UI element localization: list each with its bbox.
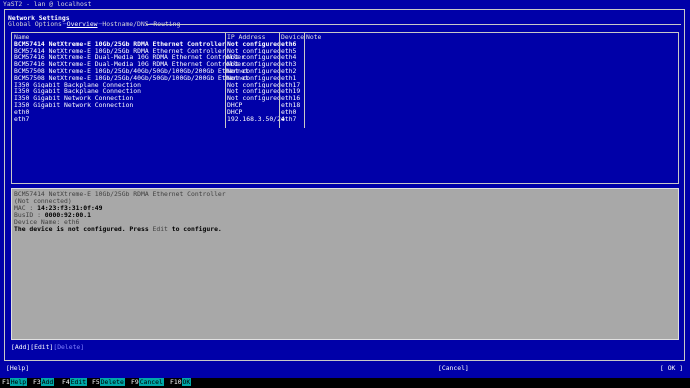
table-cell[interactable]: eth18 — [281, 102, 304, 109]
table-cell[interactable]: BCM57508 NetXtreme-E 10Gb/25Gb/40Gb/50Gb… — [14, 75, 249, 82]
window-title: YaST2 - lan @ localhost — [3, 0, 92, 8]
header-note[interactable]: Note — [306, 34, 321, 41]
table-cell[interactable]: eth16 — [281, 95, 304, 102]
function-key-bar: F1Help F3Add F4Edit F5Delete F9Cancel F1… — [0, 378, 690, 388]
table-cell[interactable]: eth3 — [281, 61, 304, 68]
table-cell[interactable]: BCM57416 NetXtreme-E Dual-Media 10G RDMA… — [14, 61, 249, 68]
table-cell[interactable]: Not configured — [227, 82, 285, 89]
table-cell[interactable]: BCM57508 NetXtreme-E 10Gb/25Gb/40Gb/50Gb… — [14, 68, 249, 75]
fkey-help[interactable]: F1Help — [2, 378, 28, 386]
column-note: Note — [306, 34, 321, 41]
fkey-edit[interactable]: F4Edit — [62, 378, 88, 386]
table-cell[interactable]: Not configured — [227, 75, 285, 82]
detail-message: The device is not configured. Press Edit… — [14, 225, 222, 233]
table-cell[interactable]: Not configured — [227, 54, 285, 61]
table-cell[interactable]: Not configured — [227, 61, 285, 68]
table-cell[interactable]: eth0 — [281, 109, 304, 116]
table-cell[interactable]: eth7 — [14, 116, 249, 123]
tab-divider — [146, 24, 681, 25]
table-cell[interactable]: I350 Gigabit Backplane Connection — [14, 88, 249, 95]
help-button[interactable]: [Help] — [6, 365, 29, 372]
ok-button[interactable]: [ OK ] — [660, 365, 683, 372]
table-cell[interactable]: eth6 — [281, 41, 304, 48]
table-cell[interactable]: 192.168.3.50/24 — [227, 116, 285, 123]
fkey-add[interactable]: F3Add — [33, 378, 55, 386]
column-divider — [225, 33, 226, 128]
cancel-button[interactable]: [Cancel] — [438, 365, 469, 372]
device-details-panel: BCM57414 NetXtreme-E 10Gb/25Gb RDMA Ethe… — [11, 188, 679, 340]
table-cell[interactable]: eth0 — [14, 109, 249, 116]
table-cell[interactable]: eth5 — [281, 48, 304, 55]
table-cell[interactable]: BCM57414 NetXtreme-E 10Gb/25Gb RDMA Ethe… — [14, 41, 249, 48]
table-cell[interactable]: Not configured — [227, 95, 285, 102]
table-cell[interactable]: I350 Gigabit Network Connection — [14, 102, 249, 109]
tab-overview[interactable]: Overview — [67, 20, 98, 28]
table-cell[interactable]: eth7 — [281, 116, 304, 123]
add-button[interactable]: [Add] — [11, 343, 30, 351]
table-cell[interactable]: I350 Gigabit Network Connection — [14, 95, 249, 102]
table-cell[interactable]: eth4 — [281, 54, 304, 61]
table-cell[interactable]: DHCP — [227, 102, 285, 109]
table-cell[interactable]: BCM57414 NetXtreme-E 10Gb/25Gb RDMA Ethe… — [14, 48, 249, 55]
tab-global-options[interactable]: Global Options — [8, 20, 62, 28]
table-cell[interactable]: Not configured — [227, 88, 285, 95]
table-cell[interactable]: Not configured — [227, 41, 285, 48]
table-cell[interactable]: BCM57416 NetXtreme-E Dual-Media 10G RDMA… — [14, 54, 249, 61]
table-cell[interactable]: eth1 — [281, 75, 304, 82]
header-ip[interactable]: IP Address — [227, 34, 285, 41]
edit-button[interactable]: [Edit] — [30, 343, 53, 351]
column-ip: IP Address Not configured Not configured N… — [227, 34, 285, 122]
table-cell[interactable]: eth2 — [281, 68, 304, 75]
column-name: Name BCM57414 NetXtreme-E 10Gb/25Gb RDMA… — [14, 34, 249, 122]
fkey-cancel[interactable]: F9Cancel — [131, 378, 164, 386]
fkey-ok[interactable]: F10OK — [170, 378, 192, 386]
table-cell[interactable]: Not configured — [227, 48, 285, 55]
table-cell[interactable]: eth19 — [281, 88, 304, 95]
device-table[interactable]: Name BCM57414 NetXtreme-E 10Gb/25Gb RDMA… — [11, 32, 679, 184]
dialog-buttons: [Help] [Cancel] [ OK ] — [0, 365, 690, 373]
table-cell[interactable]: eth17 — [281, 82, 304, 89]
table-cell[interactable]: DHCP — [227, 109, 285, 116]
header-device[interactable]: Device — [281, 34, 304, 41]
table-cell[interactable]: I350 Gigabit Backplane Connection — [14, 82, 249, 89]
header-name[interactable]: Name — [14, 34, 249, 41]
delete-button[interactable]: [Delete] — [53, 343, 84, 351]
table-cell[interactable]: Not configured — [227, 68, 285, 75]
column-device: Device eth6 eth5 eth4 eth3 eth2 eth1 eth17 eth1… — [281, 34, 304, 122]
column-divider — [279, 33, 280, 128]
column-divider — [304, 33, 305, 128]
action-buttons: [Add][Edit][Delete] — [11, 344, 84, 351]
tab-hostname-dns[interactable]: Hostname/DNS — [102, 20, 148, 28]
fkey-delete[interactable]: F5Delete — [92, 378, 125, 386]
